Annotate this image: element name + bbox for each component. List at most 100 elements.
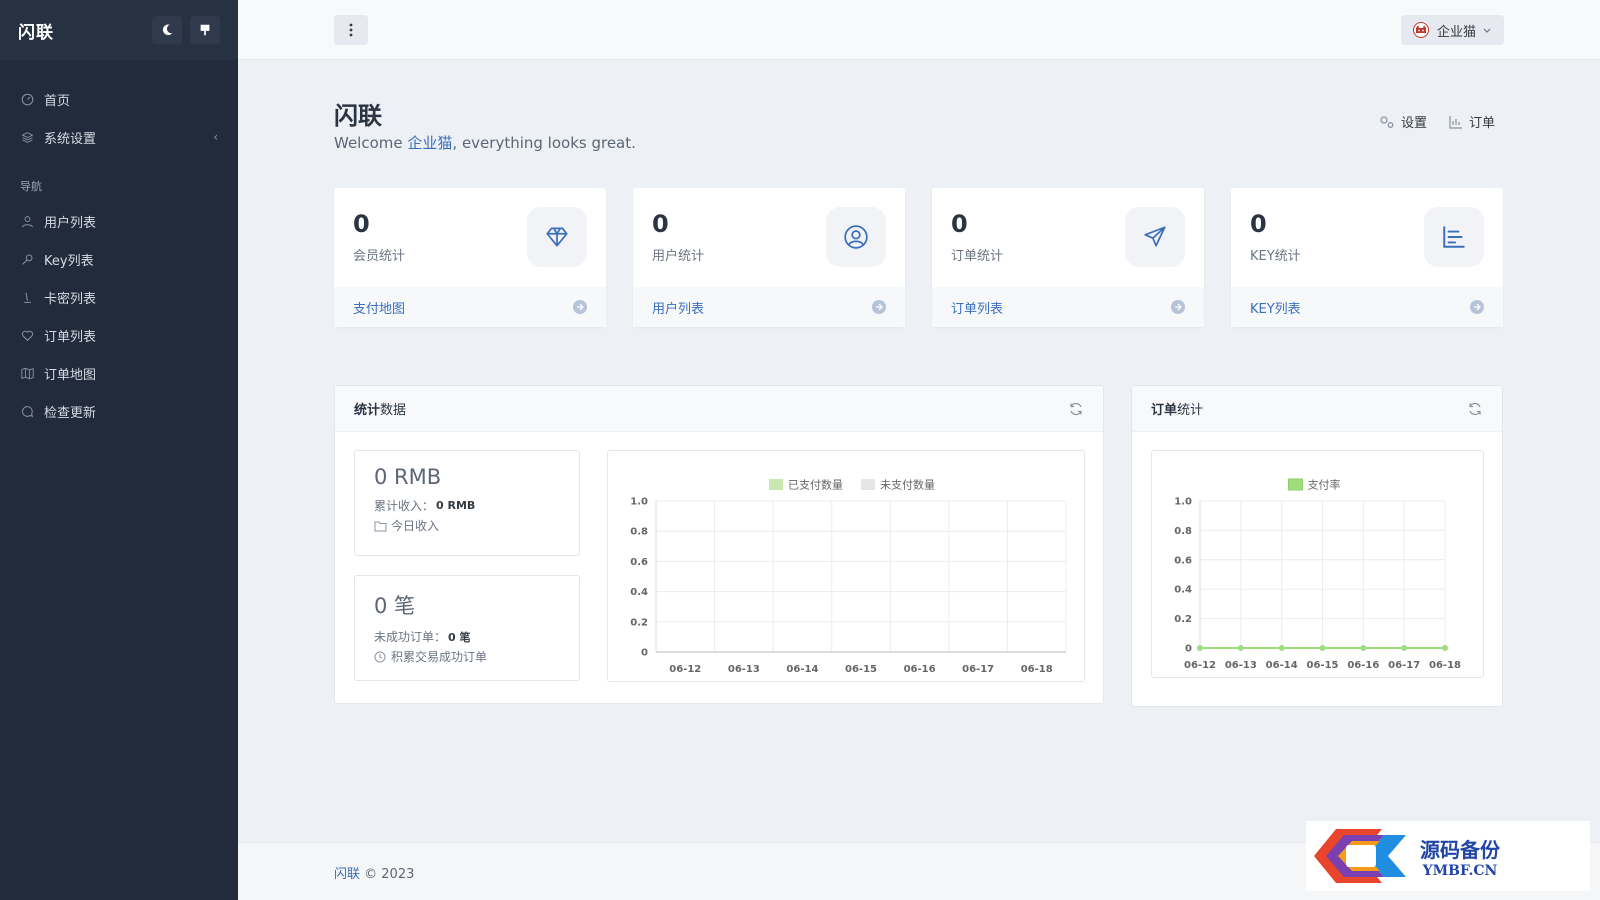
sidebar-item-users[interactable]: 用户列表 <box>0 202 238 240</box>
sidebar-item-cards[interactable]: 卡密列表 <box>0 278 238 316</box>
stat-card-users: 0 用户统计 用户列表 <box>633 188 905 327</box>
stat-label: 订单统计 <box>951 249 1004 264</box>
sidebar-header: 闪联 <box>0 0 238 60</box>
sidebar-item-check-update[interactable]: 检查更新 <box>0 392 238 430</box>
revenue-total-label: 累计收入： <box>374 499 435 513</box>
moon-icon <box>162 24 173 36</box>
legend-label: 已支付数量 <box>788 479 843 492</box>
welcome-prefix: Welcome <box>334 134 408 152</box>
arrow-right-circle-icon <box>872 300 886 314</box>
block-header: 统计 数据 <box>335 386 1103 432</box>
settings-link[interactable]: 设置 <box>1379 112 1427 131</box>
dark-mode-button[interactable] <box>152 16 182 44</box>
gears-icon <box>1380 115 1394 128</box>
revenue-total-value: 0 RMB <box>436 499 476 512</box>
stat-label: 会员统计 <box>353 249 406 264</box>
user-menu-button[interactable]: 企业猫 <box>1400 15 1504 45</box>
x-tick-label: 06-16 <box>904 664 936 675</box>
chat-icon <box>20 404 34 418</box>
page-title: 闪联 <box>334 102 382 130</box>
send-icon <box>1125 207 1185 267</box>
sidebar-item-orders[interactable]: 订单列表 <box>0 316 238 354</box>
sidebar-item-label: 用户列表 <box>44 215 97 231</box>
sidebar-item-label: 系统设置 <box>44 131 97 147</box>
refresh-icon[interactable] <box>1467 401 1483 417</box>
orders-count-big: 0 笔 <box>374 594 416 618</box>
block-title-bold: 订单 <box>1151 403 1178 418</box>
refresh-icon[interactable] <box>1068 401 1084 417</box>
legend-label: 未支付数量 <box>880 479 935 492</box>
stat-footer-link[interactable]: 订单列表 <box>932 287 1204 327</box>
block-title-rest: 数据 <box>380 403 407 418</box>
diamond-icon <box>527 207 587 267</box>
watermark-cn: 源码备份 <box>1420 837 1500 862</box>
legend-label: 支付率 <box>1308 478 1341 492</box>
stat-value: 0 <box>951 210 968 238</box>
watermark-en: YMBF.CN <box>1422 862 1498 879</box>
watermark: 源码备份 YMBF.CN <box>1306 821 1590 891</box>
stat-card-keys: 0 KEY统计 KEY列表 <box>1231 188 1503 327</box>
user-icon <box>20 214 34 228</box>
sidebar-item-label: 订单地图 <box>44 367 97 383</box>
footer-brand-link[interactable]: 闪联 <box>334 867 360 882</box>
stat-label: KEY统计 <box>1250 249 1301 264</box>
sidebar-style-button[interactable] <box>190 16 220 44</box>
sidebar-brand[interactable]: 闪联 <box>18 18 144 43</box>
sidebar-item-home[interactable]: 首页 <box>0 80 238 118</box>
data-point <box>1401 645 1408 651</box>
footer-copyright: © 2023 <box>360 867 415 882</box>
menu-toggle-button[interactable] <box>334 15 368 45</box>
x-tick-label: 06-17 <box>962 664 994 675</box>
orders-link[interactable]: 订单 <box>1449 112 1495 131</box>
stat-card-members: 0 会员统计 支付地图 <box>334 188 606 327</box>
sidebar-item-keys[interactable]: Key列表 <box>0 240 238 278</box>
more-vertical-icon <box>349 23 353 37</box>
chevron-left-icon: ‹ <box>213 130 218 144</box>
y-tick-label: 0.2 <box>1174 614 1192 625</box>
stat-footer-link[interactable]: 用户列表 <box>633 287 905 327</box>
layers-icon <box>20 130 34 144</box>
x-tick-label: 06-17 <box>1388 660 1420 671</box>
x-tick-label: 06-16 <box>1347 660 1379 671</box>
sidebar: 闪联 首页 系统设置 ‹ 导航 用户列表 Key列表 卡密列表 订单列表 订单地… <box>0 0 238 900</box>
x-tick-label: 06-18 <box>1429 660 1461 671</box>
data-point <box>1319 645 1326 651</box>
data-point <box>1197 645 1203 651</box>
block-title-bold: 统计 <box>354 403 381 418</box>
paid-unpaid-chart-svg: 已支付数量 未支付数量 1.0 0.8 0.6 0.4 0.2 0 06-12 06-13 06-1… <box>630 479 1067 675</box>
stats-data-block: 统计 数据 0 RMB 累计收入： 0 RMB 今日收入 0 笔 未成功订单： 0 笔… <box>334 385 1104 704</box>
folder-icon <box>374 521 387 531</box>
stat-cards: 0 会员统计 支付地图 0 用户统计 用户列表 0 订单统计 订单列表 0 KE… <box>334 188 1503 327</box>
stat-footer-link[interactable]: KEY列表 <box>1231 287 1503 327</box>
paid-unpaid-chart: 已支付数量 未支付数量 1.0 0.8 0.6 0.4 0.2 0 06-12 06-13 06-1… <box>607 450 1085 682</box>
watermark-logo <box>1314 829 1406 883</box>
x-tick-label: 06-14 <box>786 664 818 675</box>
orders-link-label: 订单 <box>1468 116 1495 131</box>
x-tick-label: 06-15 <box>845 664 877 675</box>
x-tick-label: 06-14 <box>1266 660 1298 671</box>
clock-icon <box>374 651 386 662</box>
payment-rate-chart: 支付率 1.0 0.8 0.6 0.4 0.2 0 06-12 06-13 06-14 06-15 0… <box>1151 450 1484 678</box>
x-tick-label: 06-12 <box>1184 660 1216 671</box>
welcome-user-link[interactable]: 企业猫 <box>407 134 452 152</box>
revenue-total-row: 累计收入： 0 RMB <box>374 497 560 514</box>
x-tick-label: 06-13 <box>1225 660 1257 671</box>
x-tick-label: 06-12 <box>669 664 701 675</box>
bell-icon <box>20 290 34 304</box>
sidebar-item-system-settings[interactable]: 系统设置 ‹ <box>0 118 238 156</box>
welcome-message: Welcome 企业猫, everything looks great. <box>334 132 636 153</box>
x-tick-label: 06-15 <box>1307 660 1339 671</box>
footer-text: 闪联 © 2023 <box>334 863 414 882</box>
payment-rate-chart-svg: 支付率 1.0 0.8 0.6 0.4 0.2 0 06-12 06-13 06-14 06-15 0… <box>1174 478 1461 672</box>
sidebar-item-label: 订单列表 <box>44 329 97 345</box>
stat-footer-link[interactable]: 支付地图 <box>334 287 606 327</box>
orders-stats-block: 订单 统计 支付率 1.0 0.8 0.6 0.4 0.2 0 06-12 06-13 06-14 0… <box>1131 385 1503 707</box>
y-tick-label: 0.4 <box>630 587 648 598</box>
sidebar-section-heading: 导航 <box>20 180 42 193</box>
key-icon <box>20 252 34 266</box>
stat-card-orders: 0 订单统计 订单列表 <box>932 188 1204 327</box>
watermark-text: 源码备份 YMBF.CN <box>1420 834 1500 879</box>
sidebar-item-order-map[interactable]: 订单地图 <box>0 354 238 392</box>
sidebar-item-label: 首页 <box>44 93 71 109</box>
orders-failed-row: 未成功订单： 0 笔 <box>374 628 560 645</box>
